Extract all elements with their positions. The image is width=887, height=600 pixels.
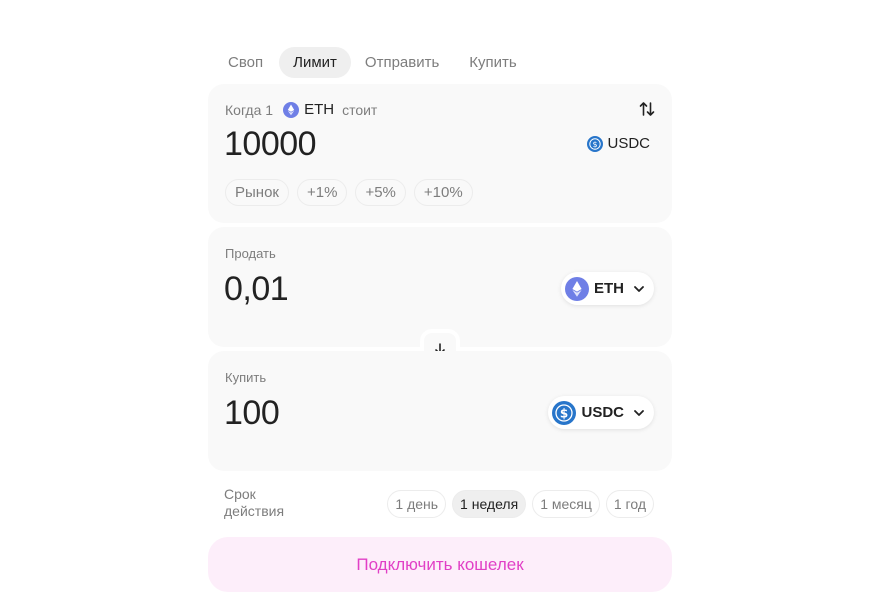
- swap-tabs: Своп Лимит Отправить Купить: [214, 46, 531, 78]
- preset-plus-10[interactable]: +10%: [413, 179, 473, 206]
- expiry-options: 1 день 1 неделя 1 месяц 1 год: [381, 490, 654, 518]
- tab-buy[interactable]: Купить: [455, 47, 530, 78]
- when-prefix: Когда 1: [225, 101, 274, 118]
- preset-plus-1[interactable]: +1%: [296, 179, 348, 206]
- expiry-label-line1: Срок: [224, 486, 256, 502]
- buy-token-name: USDC: [581, 404, 624, 421]
- buy-amount-input[interactable]: 100: [224, 394, 280, 433]
- svg-text:$: $: [593, 140, 598, 149]
- tab-limit[interactable]: Лимит: [279, 46, 351, 78]
- usdc-icon: $: [587, 135, 604, 152]
- usdc-icon: $: [552, 400, 577, 425]
- preset-plus-5[interactable]: +5%: [355, 179, 406, 206]
- expiry-label-line2: действия: [224, 503, 285, 519]
- sell-amount-input[interactable]: 0,01: [224, 270, 289, 309]
- svg-text:$: $: [560, 406, 568, 420]
- eth-icon: [565, 276, 589, 301]
- expiry-label: Срок действия: [224, 486, 314, 520]
- tab-send[interactable]: Отправить: [351, 47, 453, 78]
- chevron-down-icon: [634, 285, 644, 292]
- buy-label: Купить: [225, 370, 267, 385]
- limit-condition: Когда 1 ETH стоит: [225, 101, 377, 118]
- buy-panel: Купить 100 $ USDC: [208, 351, 672, 471]
- price-presets: Рынок +1% +5% +10%: [225, 179, 481, 206]
- expiry-1-day[interactable]: 1 день: [387, 490, 447, 518]
- tab-swap[interactable]: Своп: [214, 47, 277, 78]
- quote-token: $ USDC: [587, 135, 650, 152]
- sell-token-name: ETH: [594, 280, 624, 297]
- preset-market[interactable]: Рынок: [225, 179, 289, 206]
- sell-label: Продать: [225, 246, 276, 261]
- limit-price-input[interactable]: 10000: [224, 125, 317, 164]
- sell-token-select[interactable]: ETH: [561, 272, 654, 305]
- expiry-1-week[interactable]: 1 неделя: [452, 490, 527, 518]
- base-token-name: ETH: [304, 101, 335, 118]
- quote-token-name: USDC: [607, 135, 650, 152]
- connect-wallet-button[interactable]: Подключить кошелек: [208, 537, 672, 592]
- costs-label: стоит: [342, 101, 378, 118]
- limit-price-panel: Когда 1 ETH стоит 10000 $ USDC Рынок +1%…: [208, 84, 672, 223]
- expiry-1-month[interactable]: 1 месяц: [532, 490, 600, 518]
- arrows-up-down-icon[interactable]: [638, 100, 656, 118]
- eth-icon: [283, 101, 300, 118]
- buy-token-select[interactable]: $ USDC: [548, 396, 654, 429]
- chevron-down-icon: [634, 409, 644, 416]
- expiry-1-year[interactable]: 1 год: [605, 490, 654, 518]
